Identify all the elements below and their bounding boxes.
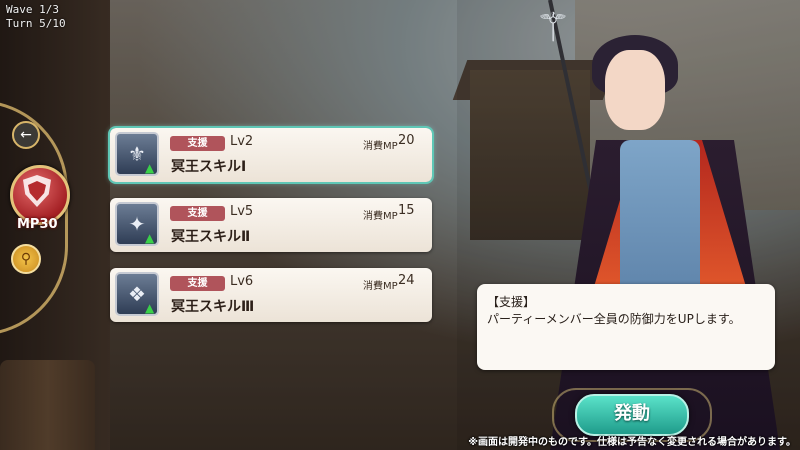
skill-type-tag: 支援 [170, 206, 225, 221]
buff-up-arrow-icon: ▲ [145, 161, 155, 175]
mp-badge-label: MP30 [17, 217, 58, 232]
mp-cost-label: 消費MP [363, 281, 398, 292]
skill-name: 冥王スキルⅡ [171, 229, 251, 245]
arrow-left-icon: ← [20, 127, 32, 143]
mp-cost-label: 消費MP [363, 141, 398, 152]
skill-card-3[interactable]: ❖ ▲ 支援 Lv6 消費MP 24 冥王スキルⅢ [110, 268, 432, 322]
wave-counter: Wave 1/3 [6, 3, 59, 16]
mp-cost-label: 消費MP [363, 211, 398, 222]
description-text: パーティーメンバー全員の防御力をUPします。 [487, 312, 741, 326]
skill-name: 冥王スキルⅢ [171, 299, 255, 315]
character-face [605, 50, 665, 130]
skill-menu-button[interactable]: MP30 [8, 165, 70, 233]
mp-cost-value: 24 [398, 273, 415, 288]
skill-name: 冥王スキルⅠ [171, 159, 247, 175]
description-title: 【支援】 [487, 295, 536, 309]
skill-type-tag: 支援 [170, 136, 225, 151]
buff-up-arrow-icon: ▲ [145, 231, 155, 245]
development-notice: ※画面は開発中のものです。仕様は予告なく変更される場合があります。 [468, 437, 796, 448]
skill-1-icon: ⚜ ▲ [115, 132, 159, 176]
skill-card-2[interactable]: ✦ ▲ 支援 Lv5 消費MP 15 冥王スキルⅡ [110, 198, 432, 252]
activate-button[interactable]: 発動 [575, 394, 689, 436]
skill-type-tag: 支援 [170, 276, 225, 291]
skill-2-icon: ✦ ▲ [115, 202, 159, 246]
magnifier-icon: ⚲ [20, 251, 32, 267]
skill-level: Lv2 [230, 134, 254, 149]
skill-level: Lv6 [230, 274, 254, 289]
skill-3-icon: ❖ ▲ [115, 272, 159, 316]
character-portrait [530, 20, 780, 450]
battle-status: Wave 1/3 Turn 5/10 [6, 3, 66, 31]
turn-counter: Turn 5/10 [6, 17, 66, 30]
mp-cost-value: 20 [398, 133, 415, 148]
back-button[interactable]: ← [12, 121, 40, 149]
skill-level: Lv5 [230, 204, 254, 219]
skill-description-box: 【支援】 パーティーメンバー全員の防御力をUPします。 [477, 284, 775, 370]
search-button[interactable]: ⚲ [11, 244, 41, 274]
skill-card-1[interactable]: ⚜ ▲ 支援 Lv2 消費MP 20 冥王スキルⅠ [108, 126, 434, 184]
buff-up-arrow-icon: ▲ [145, 301, 155, 315]
mp-cost-value: 15 [398, 203, 415, 218]
